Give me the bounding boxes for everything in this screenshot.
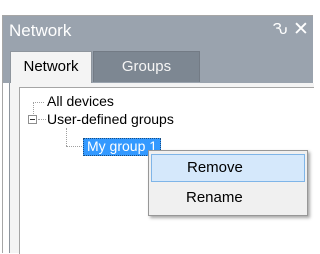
menu-item-label: Rename bbox=[186, 189, 243, 206]
tree-node-user-defined-groups[interactable]: User-defined groups bbox=[47, 111, 174, 128]
tree-line bbox=[66, 128, 67, 146]
tree-line bbox=[38, 119, 46, 120]
close-icon[interactable]: ✕ bbox=[292, 19, 310, 41]
tree-line bbox=[33, 103, 34, 114]
tree-node-all-devices[interactable]: All devices bbox=[47, 93, 114, 110]
collapse-icon[interactable] bbox=[28, 115, 37, 124]
menu-item-rename[interactable]: Rename bbox=[151, 185, 305, 213]
context-menu: Remove Rename bbox=[148, 150, 308, 216]
menu-item-remove[interactable]: Remove bbox=[151, 154, 305, 182]
panel-titlebar: Network Ԅ ✕ bbox=[3, 16, 313, 46]
tab-groups[interactable]: Groups bbox=[93, 51, 200, 82]
tree-line bbox=[66, 146, 82, 147]
menu-item-label: Remove bbox=[187, 159, 243, 176]
tab-network[interactable]: Network bbox=[10, 51, 92, 84]
panel-title: Network bbox=[9, 21, 72, 40]
tree-line bbox=[33, 102, 44, 103]
tab-strip: Network Groups bbox=[3, 46, 313, 84]
pin-icon[interactable]: Ԅ bbox=[271, 20, 289, 40]
